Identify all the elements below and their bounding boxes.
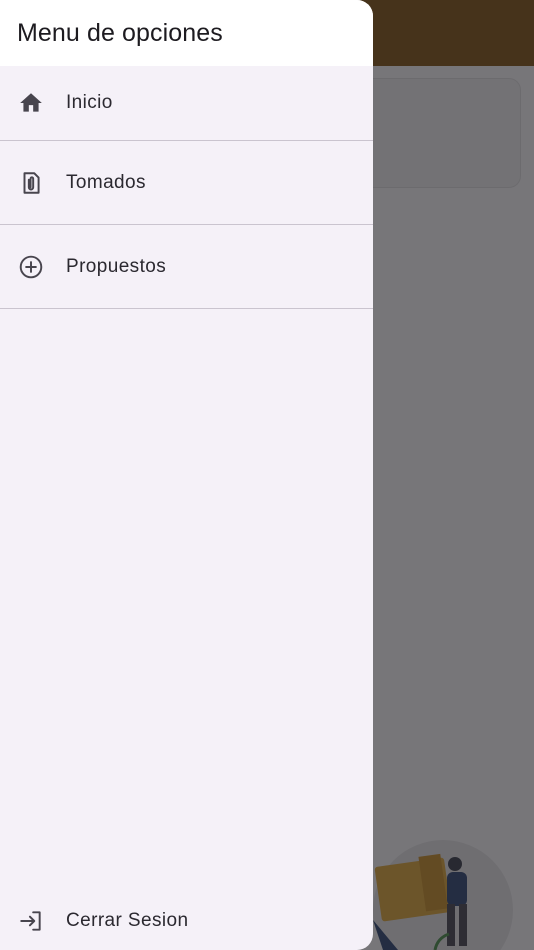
logout-button[interactable]: Cerrar Sesion: [0, 892, 373, 950]
menu-item-label: Tomados: [66, 171, 146, 193]
menu-item-inicio[interactable]: Inicio: [0, 66, 373, 141]
menu-item-label: Propuestos: [66, 255, 167, 277]
attachment-file-icon: [17, 169, 45, 197]
add-circle-icon: [17, 253, 45, 281]
drawer-header: Menu de opciones: [0, 0, 373, 66]
navigation-drawer: Menu de opciones Inicio Tomados Propuest…: [0, 0, 373, 950]
menu-item-propuestos[interactable]: Propuestos: [0, 225, 373, 309]
logout-label: Cerrar Sesion: [66, 910, 189, 931]
menu-item-label: Inicio: [66, 92, 113, 113]
drawer-title: Menu de opciones: [17, 18, 223, 47]
login-arrow-icon: [17, 907, 45, 935]
home-icon: [17, 89, 45, 117]
menu-item-tomados[interactable]: Tomados: [0, 141, 373, 225]
